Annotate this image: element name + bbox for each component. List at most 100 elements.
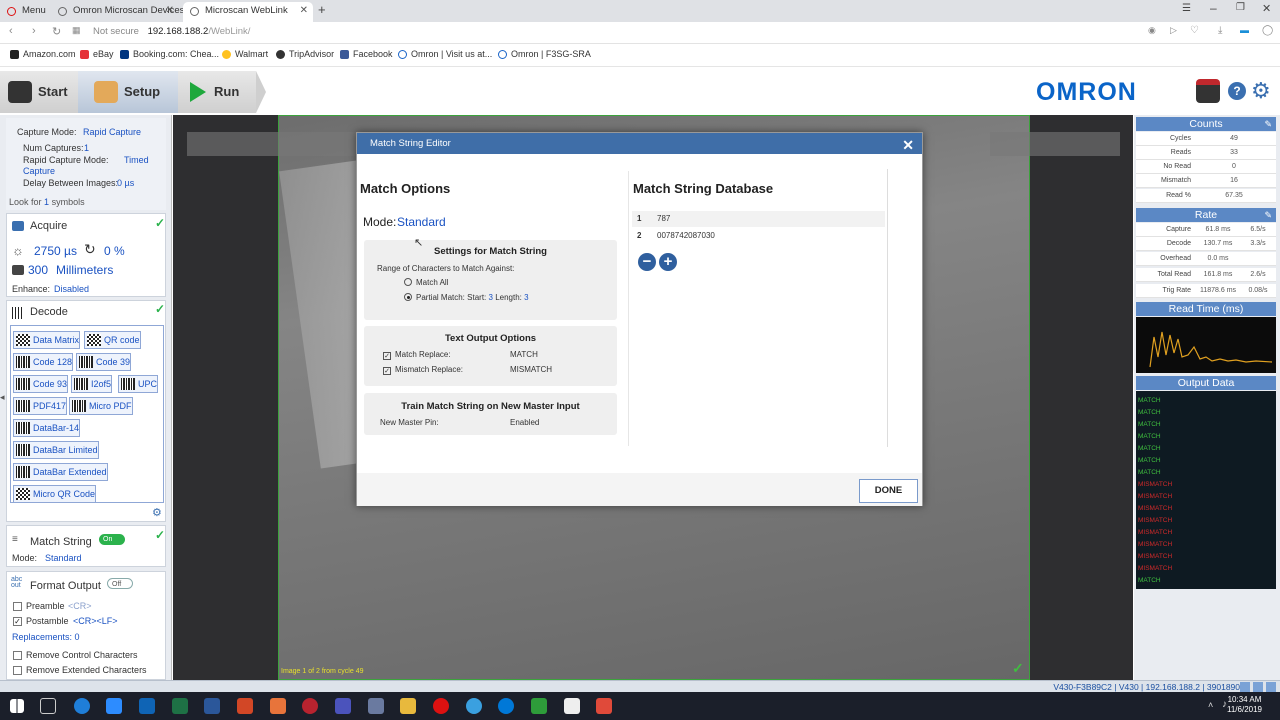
app-icon[interactable] <box>564 698 580 714</box>
bookmark-facebook[interactable]: Facebook <box>340 49 393 59</box>
symbology-code-93[interactable]: Code 93 <box>13 375 69 393</box>
done-button[interactable]: DONE <box>859 479 918 503</box>
symbology-code-39[interactable]: Code 39 <box>76 353 132 371</box>
minimize-icon[interactable]: – <box>1210 1 1217 15</box>
zoom-tools[interactable] <box>990 132 1120 156</box>
teams-icon[interactable] <box>335 698 351 714</box>
setup-button[interactable]: Setup <box>78 71 178 113</box>
app-icon[interactable] <box>368 698 384 714</box>
reload-icon[interactable]: ↻ <box>52 25 61 38</box>
system-clock[interactable]: 10:34 AM 11/6/2019 <box>1227 695 1262 715</box>
symbology-micro-qr[interactable]: Micro QR Code <box>13 485 97 503</box>
database-row[interactable]: 2 0078742087030 <box>632 228 885 244</box>
enhance-value[interactable]: Disabled <box>54 284 89 294</box>
gain-value[interactable]: 0 % <box>104 244 125 258</box>
task-view-icon[interactable] <box>40 698 56 714</box>
close-icon[interactable]: ✕ <box>166 2 174 20</box>
symbology-micro-pdf[interactable]: Micro PDF <box>69 397 133 415</box>
app-icon[interactable] <box>466 698 482 714</box>
mismatch-replace-checkbox[interactable]: ✓ Mismatch Replace: <box>383 365 463 375</box>
bookmark-ebay[interactable]: eBay <box>80 49 114 59</box>
account-icon[interactable]: ◯ <box>1262 25 1273 36</box>
preamble-checkbox[interactable] <box>13 602 22 611</box>
windows-start-icon[interactable] <box>10 699 24 713</box>
powerpoint-icon[interactable] <box>237 698 253 714</box>
bookmark-omron-f3sg[interactable]: Omron | F3SG-SRA <box>498 49 591 59</box>
distance-value[interactable]: 300 <box>28 263 48 277</box>
mode-value[interactable]: Standard <box>45 553 82 563</box>
tray-chevron-icon[interactable]: ˄ <box>1208 700 1213 710</box>
grid-icon[interactable]: ▦ <box>72 25 81 36</box>
symbology-code-128[interactable]: Code 128 <box>13 353 74 371</box>
symbology-databar-14[interactable]: DataBar-14 <box>13 419 81 437</box>
gear-icon[interactable]: ⚙ <box>1251 78 1271 104</box>
extension-icon[interactable]: ▬ <box>1240 25 1249 35</box>
help-icon[interactable]: ? <box>1228 82 1246 100</box>
close-icon[interactable]: ✕ <box>902 135 914 156</box>
symbology-pdf417[interactable]: PDF417 <box>13 397 68 415</box>
collapse-left-icon[interactable]: ◂ <box>0 392 5 403</box>
delay-value[interactable]: 0 µs <box>117 178 134 188</box>
database-row[interactable]: 1 787 <box>632 211 885 227</box>
app-icon[interactable] <box>302 698 318 714</box>
rapid-mode-value-2[interactable]: Capture <box>23 166 55 176</box>
symbology-qr-code[interactable]: QR code <box>84 331 141 349</box>
start-button[interactable]: Start <box>0 71 78 113</box>
rapid-mode-value[interactable]: Timed <box>124 155 149 165</box>
match-string-card[interactable]: ≡ Match String On ✓ Mode: Standard <box>6 525 166 567</box>
bookmark-booking[interactable]: Booking.com: Chea... <box>120 49 219 59</box>
tab-omron-devices[interactable]: Omron Microscan Devices ✕ <box>51 2 184 22</box>
app-icon[interactable] <box>596 698 612 714</box>
bookmark-walmart[interactable]: Walmart <box>222 49 268 59</box>
back-icon[interactable]: ‹ <box>9 25 13 37</box>
device-icon[interactable] <box>1196 79 1220 103</box>
forward-icon[interactable]: › <box>32 25 36 37</box>
num-captures-value[interactable]: 1 <box>84 143 89 153</box>
page-1-button[interactable] <box>1240 682 1250 692</box>
symbology-databar-limited[interactable]: DataBar Limited <box>13 441 99 459</box>
remove-control-checkbox[interactable] <box>13 651 22 660</box>
symbology-i2of5[interactable]: I2of5 <box>71 375 113 393</box>
mismatch-replace-value[interactable]: MISMATCH <box>510 365 552 374</box>
tab-menu[interactable]: Menu <box>0 2 47 22</box>
bookmark-tripadvisor[interactable]: TripAdvisor <box>276 49 334 59</box>
postamble-checkbox[interactable]: ✓ <box>13 617 22 626</box>
bookmark-omron-visit[interactable]: Omron | Visit us at... <box>398 49 492 59</box>
format-output-toggle[interactable]: Off <box>107 578 133 589</box>
symbology-data-matrix[interactable]: Data Matrix <box>13 331 81 349</box>
close-icon[interactable]: ✕ <box>300 2 308 20</box>
master-pin-value[interactable]: Enabled <box>510 418 539 427</box>
heart-icon[interactable]: ♡ <box>1190 25 1199 36</box>
restore-icon[interactable]: ❐ <box>1236 2 1245 13</box>
gear-icon[interactable]: ⚙ <box>152 506 162 519</box>
new-tab-icon[interactable]: + <box>318 2 326 17</box>
page-2-button[interactable] <box>1253 682 1263 692</box>
word-icon[interactable] <box>204 698 220 714</box>
distance-unit[interactable]: Millimeters <box>56 263 113 277</box>
remove-extended-checkbox[interactable] <box>13 666 22 675</box>
skype-icon[interactable] <box>498 698 514 714</box>
exposure-value[interactable]: 2750 µs <box>34 244 77 258</box>
excel-icon[interactable] <box>172 698 188 714</box>
symbology-upc[interactable]: UPC <box>118 375 159 393</box>
app-icon[interactable] <box>270 698 286 714</box>
tab-weblink[interactable]: Microscan WebLink ✕ <box>183 2 313 22</box>
page-3-button[interactable] <box>1266 682 1276 692</box>
mode-value[interactable]: Standard <box>397 215 446 229</box>
file-explorer-icon[interactable] <box>400 698 416 714</box>
edge-icon[interactable] <box>74 698 90 714</box>
acquire-card[interactable]: Acquire ✓ ☼ 2750 µs ↻ 0 % 300 Millimeter… <box>6 213 166 297</box>
image-tools-left[interactable] <box>187 132 357 156</box>
camera-icon[interactable]: ◉ <box>1148 25 1156 36</box>
remove-row-icon[interactable]: − <box>638 253 656 271</box>
database-scrollbar[interactable] <box>887 169 891 447</box>
opera-icon[interactable] <box>433 698 449 714</box>
play-icon[interactable]: ▷ <box>1170 25 1177 36</box>
match-all-option[interactable]: Match All <box>404 278 448 287</box>
match-replace-value[interactable]: MATCH <box>510 350 538 359</box>
capture-mode-value[interactable]: Rapid Capture <box>83 127 141 137</box>
match-string-toggle[interactable]: On <box>99 534 125 545</box>
add-row-icon[interactable]: + <box>659 253 677 271</box>
replacements-link[interactable]: Replacements: 0 <box>12 632 80 642</box>
partial-match-option[interactable]: Partial Match: Start: 3 Length: 3 <box>404 293 529 302</box>
